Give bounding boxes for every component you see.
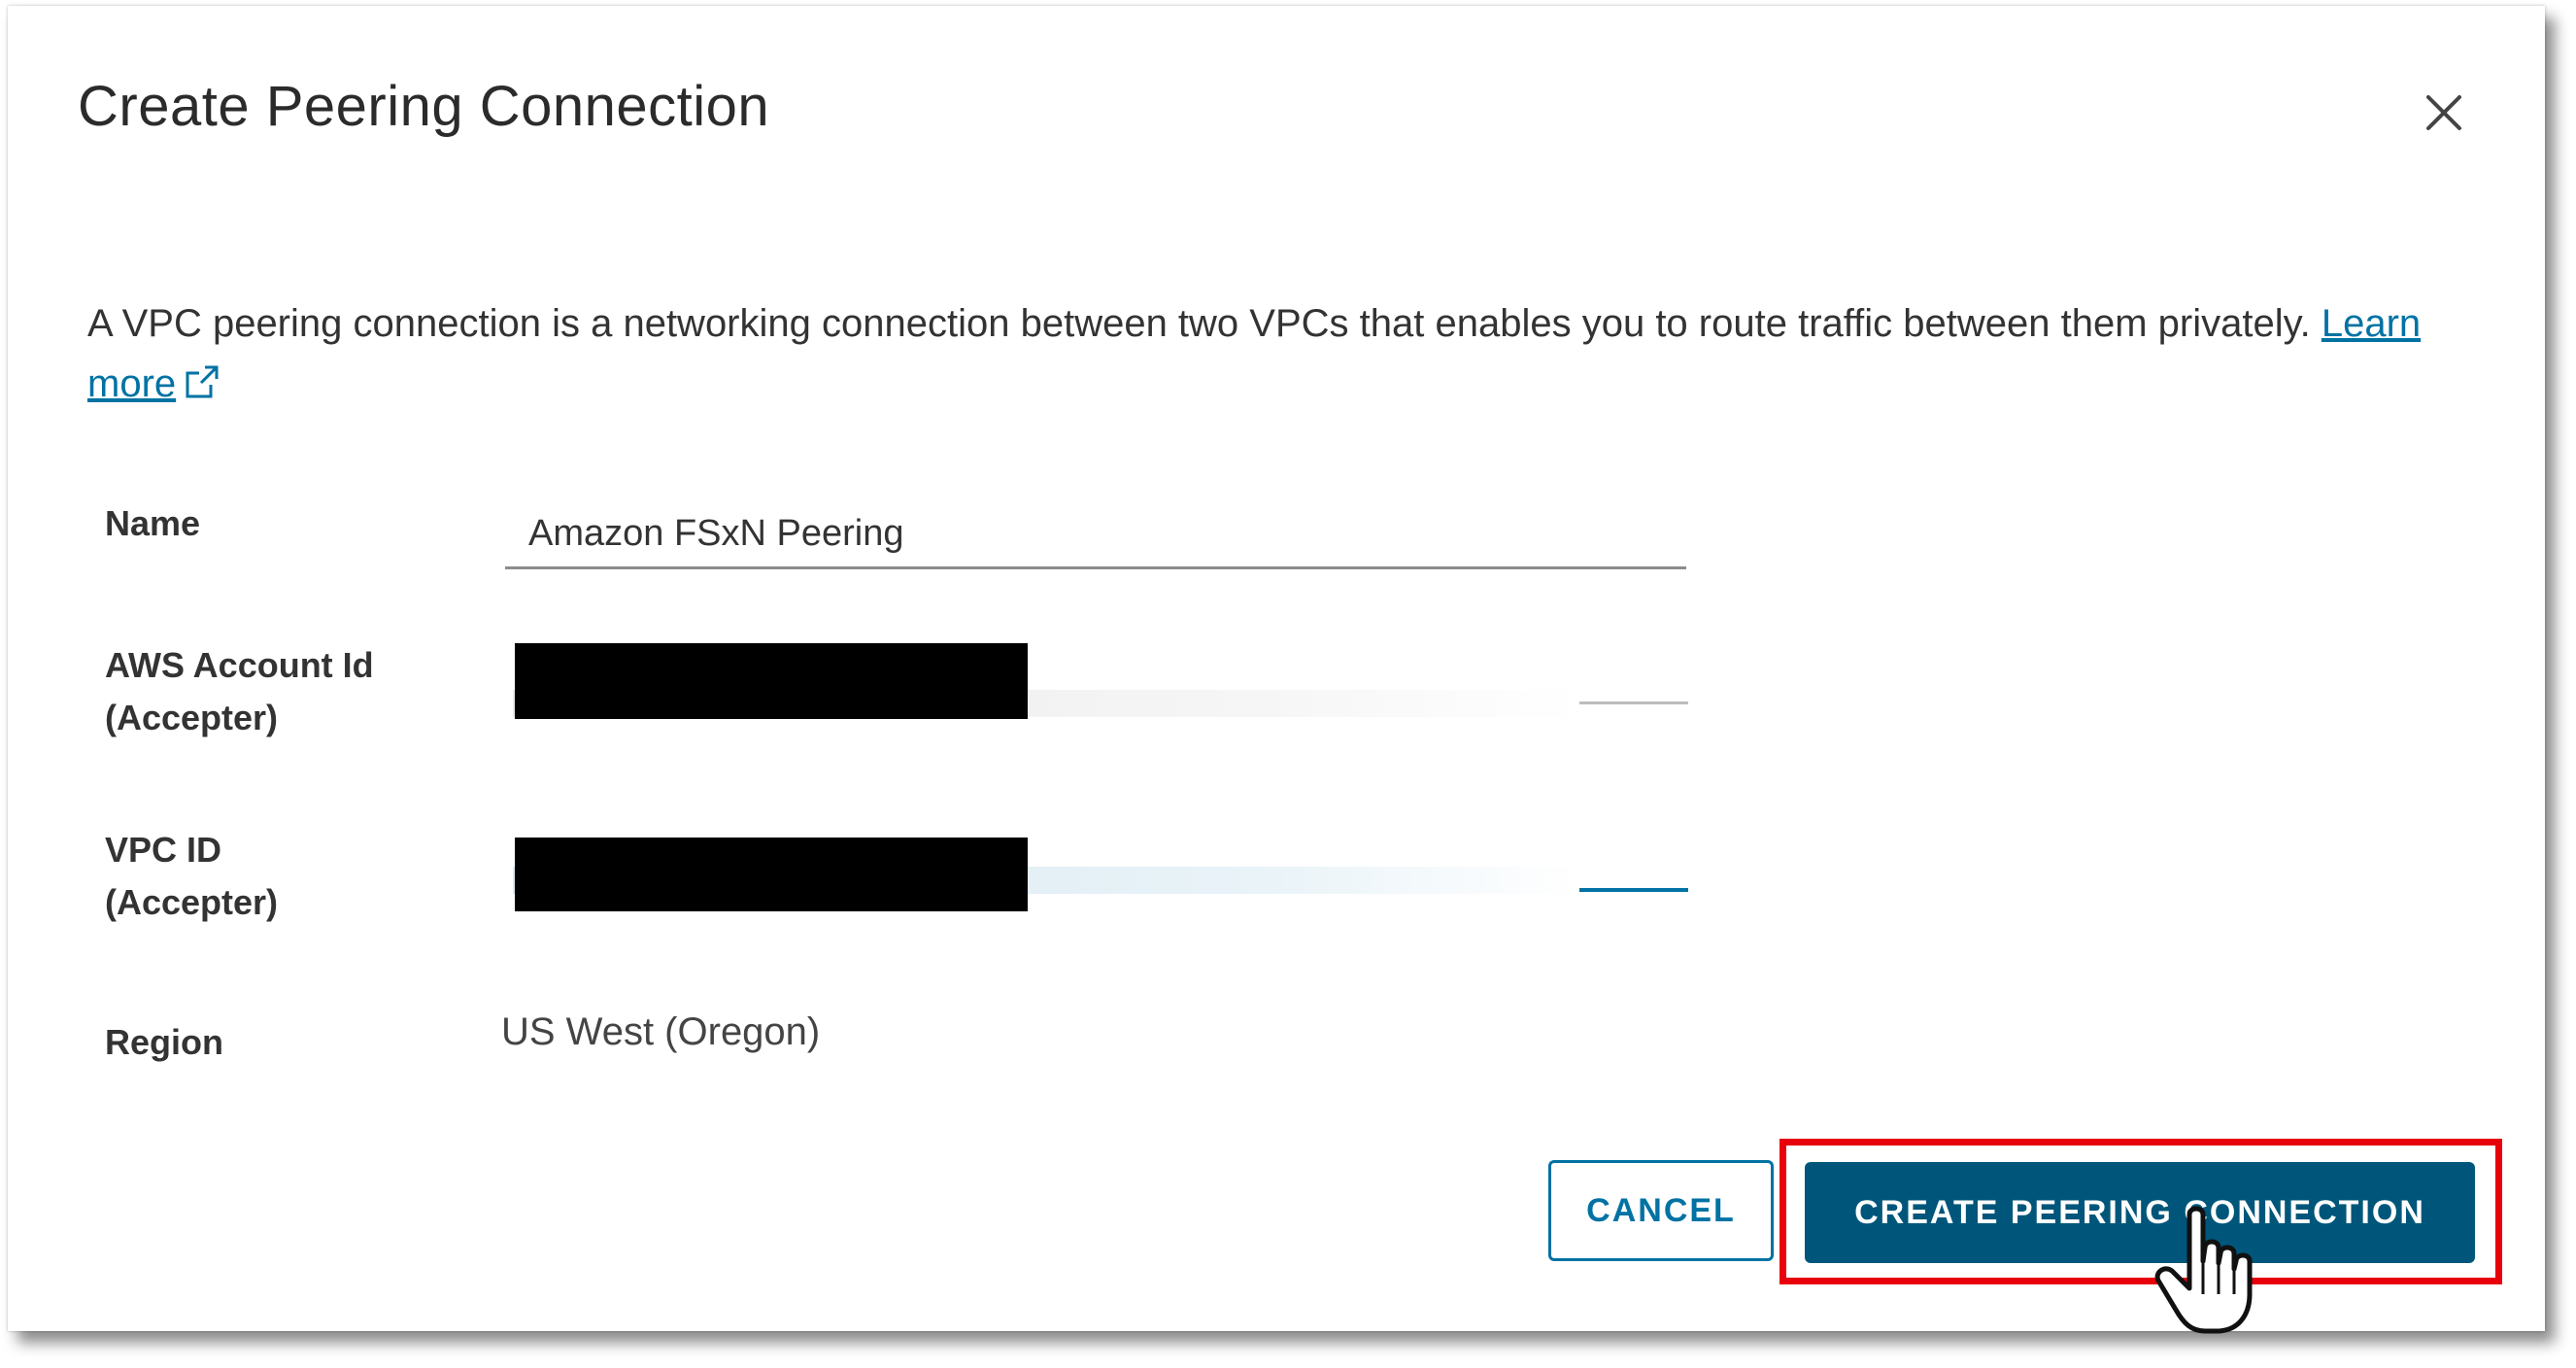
vpc-id-input[interactable]: [1579, 888, 1688, 892]
aws-account-id-input[interactable]: [1579, 701, 1688, 704]
hand-pointer-cursor-icon: [2152, 1205, 2269, 1346]
vpc-id-label-line1: VPC ID: [105, 830, 222, 870]
aws-account-id-redaction: [515, 643, 1028, 719]
name-input[interactable]: [505, 501, 1686, 569]
description-text: A VPC peering connection is a networking…: [87, 302, 2322, 345]
close-button[interactable]: [2415, 84, 2473, 142]
dialog-title: Create Peering Connection: [78, 75, 770, 138]
dialog-description: A VPC peering connection is a networking…: [87, 293, 2506, 420]
vpc-id-label-line2: (Accepter): [105, 882, 279, 922]
close-icon: [2426, 95, 2461, 130]
highlight-annotation-box: [1779, 1139, 2502, 1284]
region-label: Region: [105, 1022, 223, 1062]
external-link-icon[interactable]: [182, 359, 222, 420]
aws-account-id-label: AWS Account Id (Accepter): [105, 639, 374, 744]
vpc-id-label: VPC ID (Accepter): [105, 824, 278, 929]
cancel-button[interactable]: CANCEL: [1548, 1160, 1774, 1261]
aws-account-id-label-line2: (Accepter): [105, 698, 279, 737]
create-peering-dialog: Create Peering Connection A VPC peering …: [8, 6, 2545, 1334]
region-value: US West (Oregon): [501, 1010, 821, 1053]
screenshot-stage: Create Peering Connection A VPC peering …: [0, 0, 2576, 1368]
aws-account-id-label-line1: AWS Account Id: [105, 645, 374, 685]
name-label: Name: [105, 503, 201, 543]
vpc-id-redaction: [515, 838, 1028, 911]
